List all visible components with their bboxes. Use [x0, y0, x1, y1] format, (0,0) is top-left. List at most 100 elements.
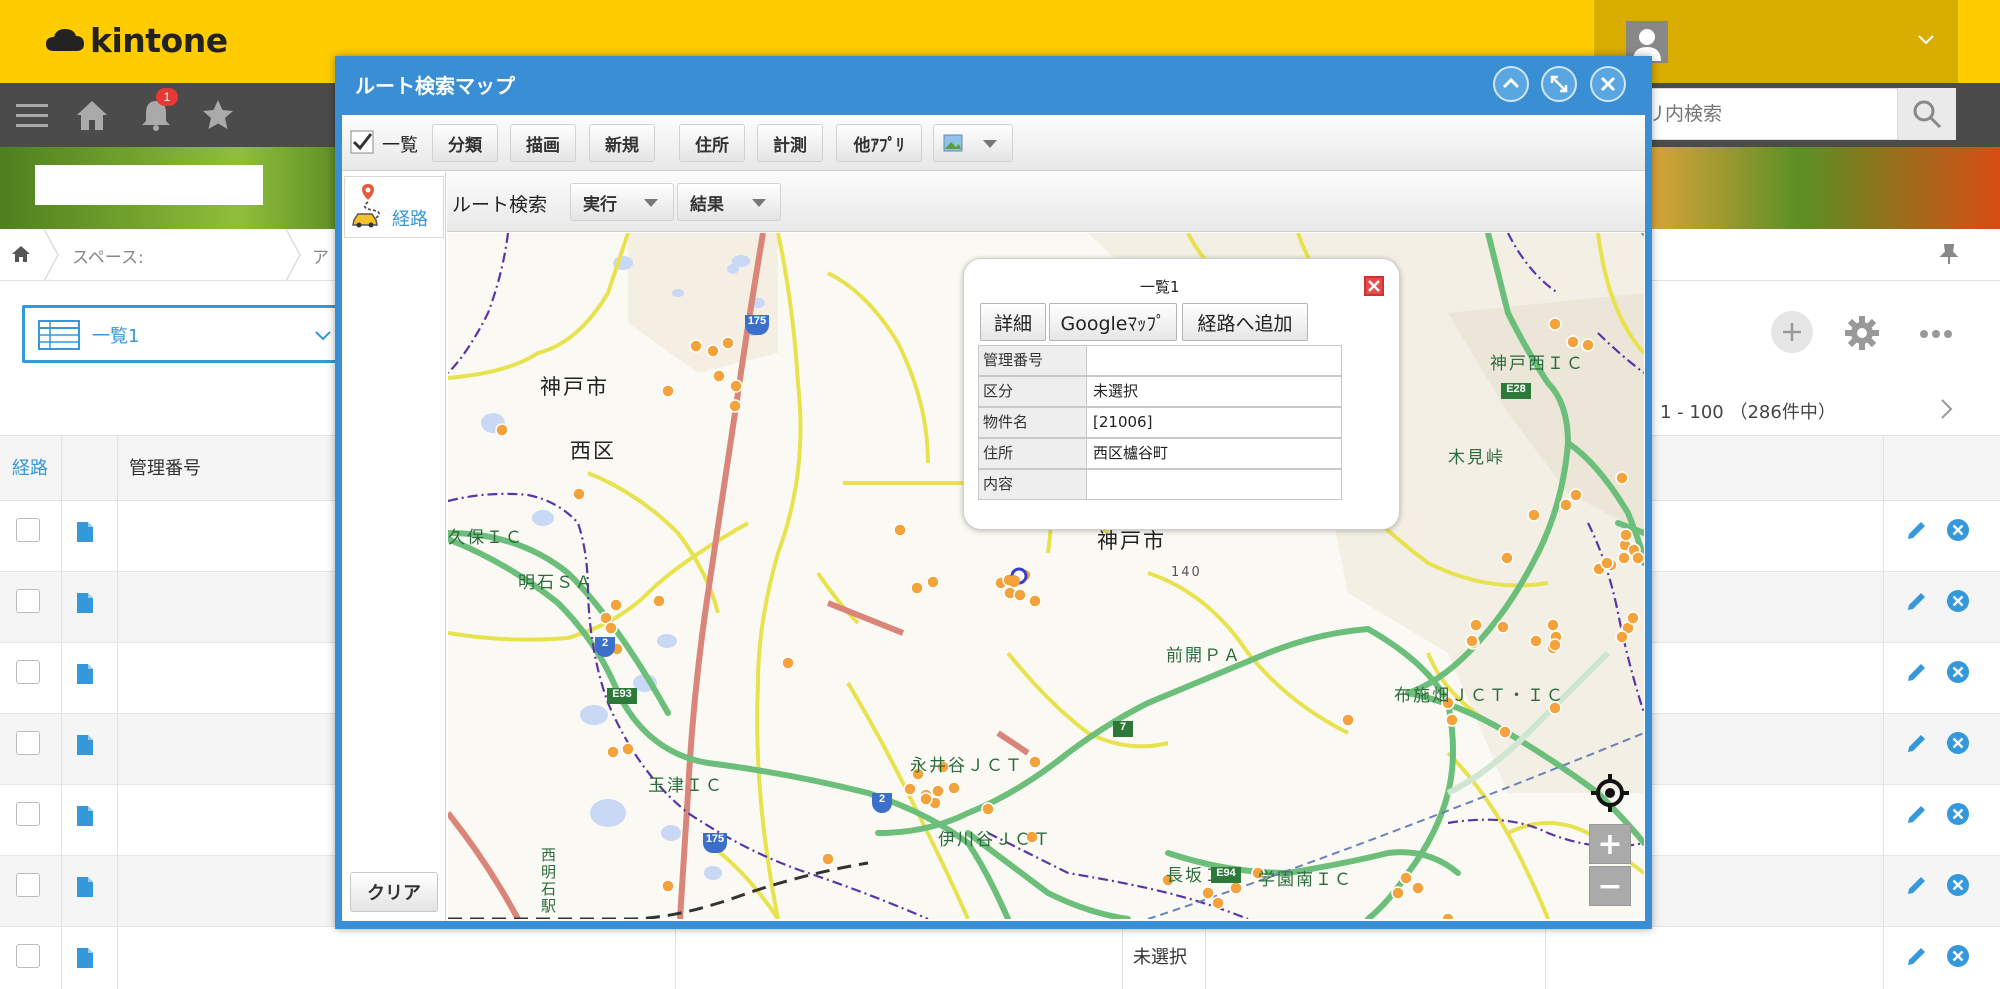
map-label-nishi-ku: 西区 [570, 439, 616, 463]
category-button[interactable]: 分類 [432, 124, 498, 162]
pencil-icon[interactable] [1905, 731, 1929, 755]
pencil-icon[interactable] [1905, 518, 1929, 542]
table-view-icon [38, 320, 80, 350]
home-icon[interactable] [10, 243, 32, 265]
route-search-label: ルート検索 [452, 194, 548, 216]
home-icon[interactable] [74, 97, 110, 133]
search-button[interactable] [1898, 88, 1956, 140]
close-icon [1368, 280, 1380, 292]
pencil-icon[interactable] [1905, 589, 1929, 613]
breadcrumb-separator [285, 229, 301, 281]
breadcrumb-space[interactable]: スペース: [72, 243, 144, 268]
map-label-gakuen-ic: 学園南ＩＣ [1258, 870, 1353, 890]
popup-row-mgmt-no: 管理番号 [978, 345, 1342, 376]
table-cell-category: 未選択 [1133, 947, 1187, 968]
breadcrumb-app[interactable]: ア [312, 243, 329, 268]
document-icon[interactable] [76, 805, 94, 827]
gear-icon[interactable] [1842, 313, 1882, 353]
caret-down-icon [983, 140, 997, 148]
side-panel [342, 172, 446, 921]
current-location-icon[interactable] [1589, 772, 1631, 814]
row-checkbox[interactable] [16, 731, 40, 755]
add-record-button[interactable] [1771, 311, 1813, 353]
expressway-shield-e93: E93 [607, 688, 637, 704]
checkbox-checked-icon[interactable] [350, 130, 374, 154]
clear-button[interactable]: クリア [350, 872, 438, 912]
kintone-logo[interactable]: kintone [44, 18, 228, 62]
column-header-mgmt-no[interactable]: 管理番号 [129, 454, 201, 480]
delete-icon[interactable] [1946, 802, 1970, 826]
breadcrumb-separator [43, 229, 59, 281]
popup-value: [21006] [1093, 413, 1153, 431]
pencil-icon[interactable] [1905, 944, 1929, 968]
route-car-icon [352, 184, 381, 228]
other-app-button[interactable]: 他ｱﾌﾟﾘ [836, 124, 922, 162]
popup-value: 西区櫨谷町 [1093, 444, 1169, 462]
delete-icon[interactable] [1946, 518, 1970, 542]
row-checkbox[interactable] [16, 873, 40, 897]
pencil-icon[interactable] [1905, 873, 1929, 897]
pencil-icon[interactable] [1905, 660, 1929, 684]
chevron-right-icon[interactable] [1936, 398, 1956, 420]
row-checkbox[interactable] [16, 518, 40, 542]
caret-down-icon[interactable] [644, 199, 658, 207]
popup-row-property: 物件名 [21006] [978, 407, 1342, 438]
document-icon[interactable] [76, 592, 94, 614]
add-to-route-button[interactable]: 経路へ追加 [1182, 303, 1308, 341]
delete-icon[interactable] [1946, 944, 1970, 968]
chevron-up-icon [1502, 77, 1520, 89]
menu-icon[interactable] [14, 97, 50, 133]
chevron-down-icon[interactable] [1915, 28, 1937, 50]
map-label-akashi-sa: 明石ＳＡ [518, 573, 594, 593]
address-button[interactable]: 住所 [679, 124, 745, 162]
popup-row-content: 内容 [978, 469, 1342, 500]
measure-button[interactable]: 計測 [757, 124, 823, 162]
delete-icon[interactable] [1946, 731, 1970, 755]
popup-value [1089, 470, 1093, 499]
new-button[interactable]: 新規 [589, 124, 655, 162]
route-shield-175: 175 [745, 315, 769, 335]
more-options-icon[interactable] [1918, 320, 1954, 348]
google-map-button[interactable]: Googleﾏｯﾌﾟ [1049, 303, 1177, 341]
detail-button[interactable]: 詳細 [980, 303, 1046, 341]
row-checkbox[interactable] [16, 589, 40, 613]
zoom-out-button[interactable]: − [1589, 866, 1631, 906]
zoom-in-button[interactable]: + [1589, 824, 1631, 864]
search-input[interactable] [1646, 98, 1886, 130]
row-checkbox[interactable] [16, 802, 40, 826]
document-icon[interactable] [76, 734, 94, 756]
row-checkbox[interactable] [16, 944, 40, 968]
document-icon[interactable] [76, 663, 94, 685]
map-label-nagai-jct: 永井谷ＪＣＴ [910, 756, 1024, 776]
delete-icon[interactable] [1946, 589, 1970, 613]
dialog-maximize-button[interactable] [1541, 66, 1577, 102]
caret-down-icon[interactable] [752, 199, 766, 207]
draw-button[interactable]: 描画 [510, 124, 576, 162]
popup-key: 区分 [979, 377, 1087, 406]
map-label-kimi-toge: 木見峠 [1448, 448, 1505, 468]
dialog-title: ルート検索マップ [355, 74, 515, 98]
delete-icon[interactable] [1946, 660, 1970, 684]
pencil-icon[interactable] [1905, 802, 1929, 826]
close-icon [1600, 76, 1616, 92]
pin-icon[interactable] [1938, 243, 1960, 265]
dialog-collapse-button[interactable] [1493, 66, 1529, 102]
dialog-close-button[interactable] [1590, 66, 1626, 102]
map-label-kobe-nishi-ic: 神戸西ＩＣ [1490, 354, 1585, 374]
chevron-down-icon [315, 331, 331, 341]
delete-icon[interactable] [1946, 873, 1970, 897]
document-icon[interactable] [76, 947, 94, 969]
cloud-logo-icon [46, 29, 84, 51]
document-icon[interactable] [76, 876, 94, 898]
expressway-shield-e94: E94 [1211, 867, 1241, 883]
star-icon[interactable] [200, 97, 236, 133]
list-toggle-label[interactable]: 一覧 [382, 131, 418, 157]
search-icon [1913, 100, 1942, 129]
document-icon[interactable] [76, 521, 94, 543]
popup-close-button[interactable] [1364, 276, 1384, 296]
row-checkbox[interactable] [16, 660, 40, 684]
run-button[interactable]: 実行 [570, 183, 674, 221]
map-label-igawadani-jct: 伊川谷ＪＣＴ [938, 830, 1052, 850]
column-header-route[interactable]: 経路 [12, 454, 48, 480]
column-divider [61, 435, 62, 989]
